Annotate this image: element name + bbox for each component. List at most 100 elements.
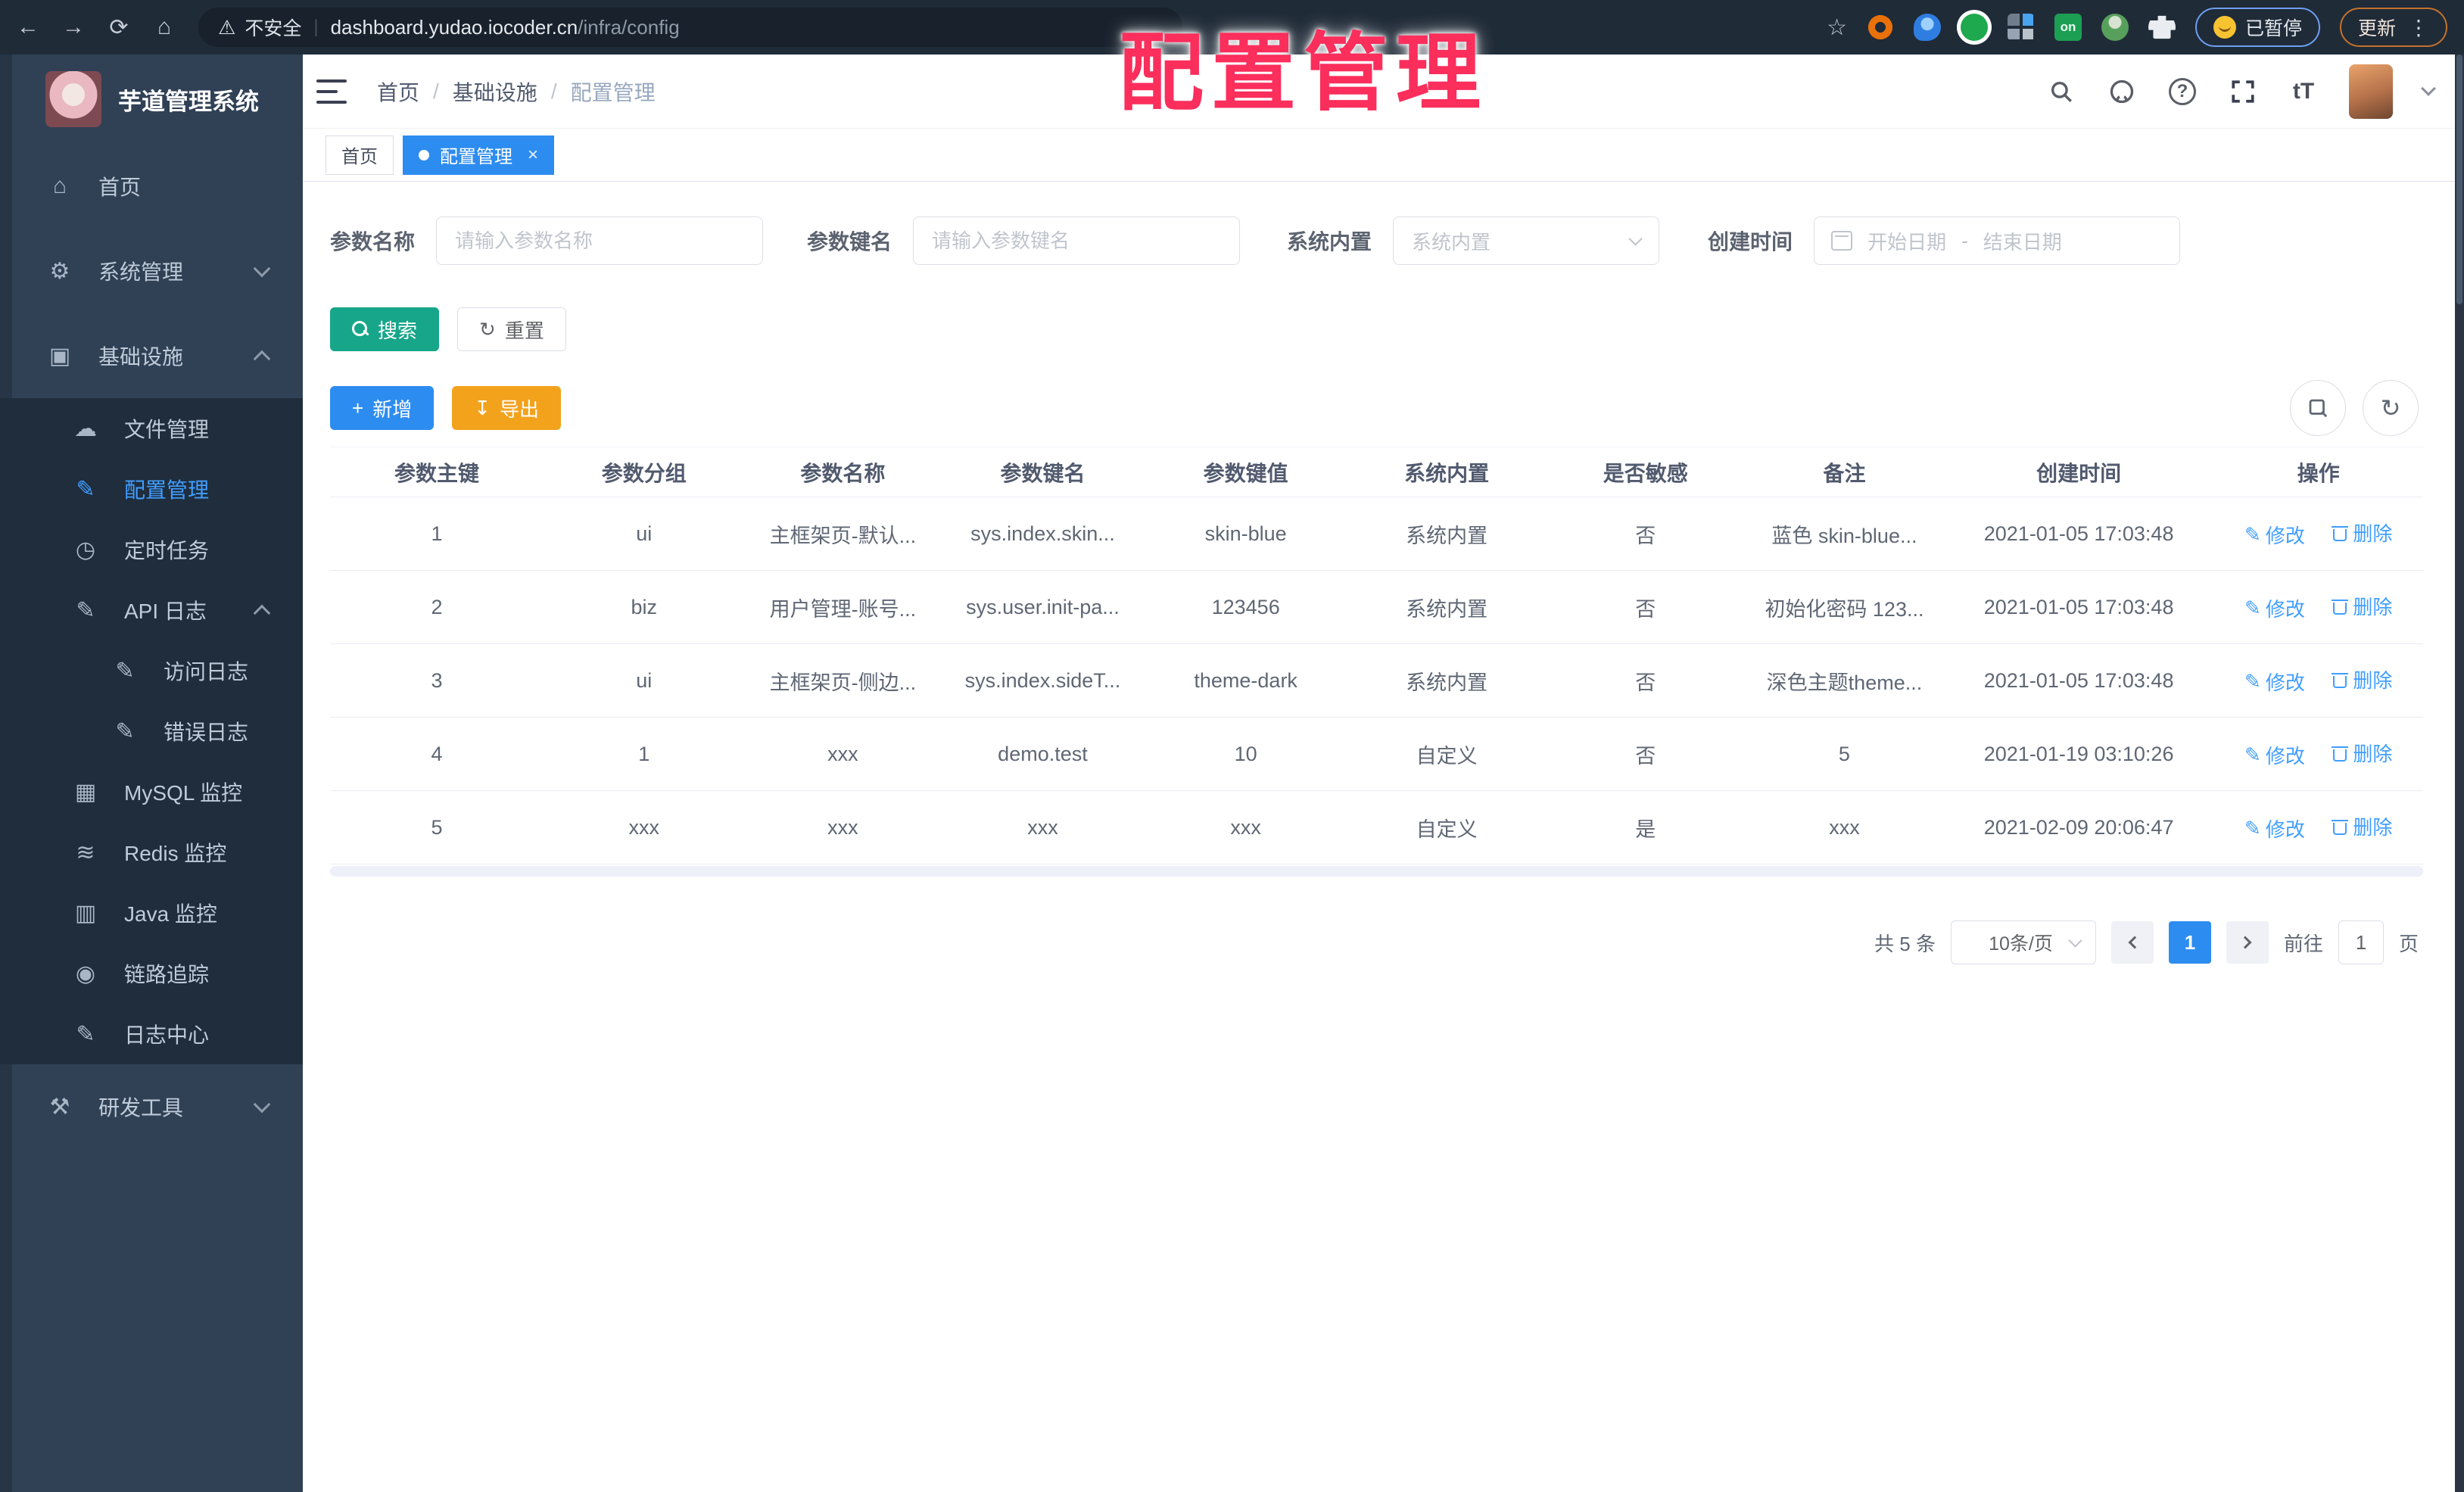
col-param-value: 参数键值 (1144, 447, 1347, 497)
github-icon[interactable] (2107, 76, 2137, 107)
extension-donut-icon[interactable] (1866, 14, 1894, 41)
chevron-down-icon[interactable] (2421, 80, 2436, 96)
extension-grid-icon[interactable] (2007, 14, 2035, 41)
sidebar-item-api-log[interactable]: ✎ API 日志 (0, 580, 303, 640)
eye-icon: ◉ (75, 961, 96, 986)
user-avatar[interactable] (2349, 64, 2393, 119)
date-range-picker[interactable]: 开始日期 - 结束日期 (1814, 216, 2181, 265)
layers-icon: ≋ (76, 839, 95, 865)
hamburger-menu-icon[interactable] (316, 79, 347, 104)
page-size-select[interactable]: 10条/页 (1950, 920, 2096, 964)
chevron-down-icon (1628, 231, 1643, 246)
sidebar-logo-row: 芋道管理系统 (0, 55, 303, 144)
security-label[interactable]: 不安全 (245, 14, 301, 41)
breadcrumb-home[interactable]: 首页 (377, 76, 419, 107)
refresh-table-button[interactable]: ↻ (2363, 380, 2419, 436)
bookmark-star-icon[interactable]: ☆ (1827, 14, 1847, 41)
download-icon: ↧ (474, 397, 491, 419)
sidebar-item-system-management[interactable]: ⚙ 系统管理 (0, 229, 303, 313)
sidebar-item-log-center[interactable]: ✎ 日志中心 (0, 1004, 303, 1064)
search-icon[interactable] (2046, 76, 2076, 107)
close-icon[interactable]: × (528, 145, 538, 166)
extensions-puzzle-icon[interactable] (2148, 15, 2176, 39)
edit-icon: ✎ (76, 476, 95, 502)
reset-button[interactable]: ↻ 重置 (457, 307, 566, 351)
fullscreen-icon[interactable] (2228, 76, 2258, 107)
sidebar-item-mysql-monitor[interactable]: ▦ MySQL 监控 (0, 762, 303, 822)
profile-paused-badge[interactable]: 已暂停 (2195, 8, 2320, 47)
col-param-name: 参数名称 (744, 447, 942, 497)
breadcrumb-infrastructure[interactable]: 基础设施 (453, 76, 537, 107)
address-bar[interactable]: ⚠ 不安全 | dashboard.yudao.iocoder.cn /infr… (198, 8, 1182, 47)
help-icon[interactable]: ? (2167, 76, 2198, 107)
extension-drop-icon[interactable] (1913, 14, 1941, 41)
sidebar-item-scheduled-jobs[interactable]: ◷ 定时任务 (0, 519, 303, 580)
delete-link[interactable]: 删除 (2332, 739, 2392, 767)
monitor-icon: ▥ (74, 900, 97, 926)
trash-icon (2332, 598, 2349, 615)
delete-link[interactable]: 删除 (2332, 812, 2392, 840)
sidebar-item-redis-monitor[interactable]: ≋ Redis 监控 (0, 822, 303, 883)
sidebar-item-trace[interactable]: ◉ 链路追踪 (0, 943, 303, 1004)
param-key-label: 参数键名 (807, 230, 892, 254)
sidebar-item-dev-tools[interactable]: ⚒ 研发工具 (0, 1064, 303, 1149)
col-created: 创建时间 (1943, 447, 2214, 497)
param-key-input[interactable] (913, 216, 1241, 265)
table-horizontal-scrollbar[interactable] (330, 866, 2423, 877)
goto-page-input[interactable] (2338, 920, 2384, 964)
delete-link[interactable]: 删除 (2332, 592, 2392, 620)
chevron-up-icon (253, 604, 271, 622)
create-button[interactable]: + 新增 (330, 386, 435, 430)
header-actions: ? tT (2046, 64, 2436, 119)
browser-back-button[interactable]: ← (11, 10, 45, 45)
param-name-input[interactable] (436, 216, 764, 265)
app-title: 芋道管理系统 (118, 88, 259, 115)
browser-reload-button[interactable]: ⟳ (101, 10, 136, 45)
search-button[interactable]: 搜索 (330, 307, 440, 351)
sidebar-item-config-management[interactable]: ✎ 配置管理 (0, 459, 303, 519)
cloud-icon: ☁ (74, 416, 97, 441)
toggle-search-button[interactable] (2290, 380, 2346, 436)
edit-link[interactable]: ✎ 修改 (2244, 741, 2305, 769)
browser-home-button[interactable]: ⌂ (147, 10, 182, 45)
table-row: 3 ui 主框架页-侧边... sys.index.sideT... theme… (330, 643, 2423, 718)
url-path: /infra/config (578, 15, 680, 39)
browser-menu-kebab-icon[interactable]: ⋮ (2408, 15, 2429, 40)
extension-person-icon[interactable] (2101, 14, 2129, 41)
font-size-icon[interactable]: tT (2288, 76, 2319, 107)
prev-page-button[interactable] (2110, 921, 2154, 964)
extension-green-icon[interactable] (1960, 14, 1988, 41)
extension-on-badge-icon[interactable] (2054, 14, 2082, 41)
filter-form: 参数名称 参数键名 系统内置 系统内置 创建时间 开始日期 - (330, 216, 2423, 265)
browser-scrollbar[interactable] (2455, 55, 2464, 1492)
system-builtin-select[interactable]: 系统内置 (1393, 216, 1660, 265)
browser-update-button[interactable]: 更新 ⋮ (2339, 8, 2447, 47)
export-button[interactable]: ↧ 导出 (452, 386, 562, 430)
annotation-overlay: 配置管理 (1119, 26, 1488, 120)
create-time-label: 创建时间 (1708, 230, 1793, 254)
scrollbar-thumb[interactable] (2456, 55, 2462, 304)
table-row: 2 biz 用户管理-账号... sys.user.init-pa... 123… (330, 570, 2423, 644)
sidebar-item-infrastructure[interactable]: ▣ 基础设施 (0, 313, 303, 398)
search-icon (352, 321, 369, 338)
home-icon: ⌂ (52, 173, 67, 198)
tab-home[interactable]: 首页 (326, 135, 394, 175)
delete-link[interactable]: 删除 (2332, 665, 2392, 693)
col-sensitive: 是否敏感 (1546, 447, 1746, 497)
page: 配置管理 ← → ⟳ ⌂ ⚠ 不安全 | dashboard.yudao.ioc… (0, 0, 2464, 1492)
edit-link[interactable]: ✎ 修改 (2244, 815, 2305, 843)
sidebar-item-java-monitor[interactable]: ▥ Java 监控 (0, 883, 303, 943)
sidebar-item-file-management[interactable]: ☁ 文件管理 (0, 398, 303, 459)
browser-forward-button[interactable]: → (56, 10, 91, 45)
sidebar-item-access-log[interactable]: ✎ 访问日志 (0, 640, 303, 701)
sidebar-item-home[interactable]: ⌂ 首页 (0, 144, 303, 229)
pagination: 共 5 条 10条/页 1 前往 页 (330, 920, 2423, 964)
current-page-button[interactable]: 1 (2168, 921, 2211, 964)
edit-link[interactable]: ✎ 修改 (2244, 521, 2305, 549)
next-page-button[interactable] (2226, 921, 2269, 964)
tab-config-management[interactable]: 配置管理 × (403, 135, 555, 175)
edit-link[interactable]: ✎ 修改 (2244, 594, 2305, 622)
edit-link[interactable]: ✎ 修改 (2244, 668, 2305, 696)
sidebar-item-error-log[interactable]: ✎ 错误日志 (0, 701, 303, 762)
delete-link[interactable]: 删除 (2332, 519, 2392, 547)
